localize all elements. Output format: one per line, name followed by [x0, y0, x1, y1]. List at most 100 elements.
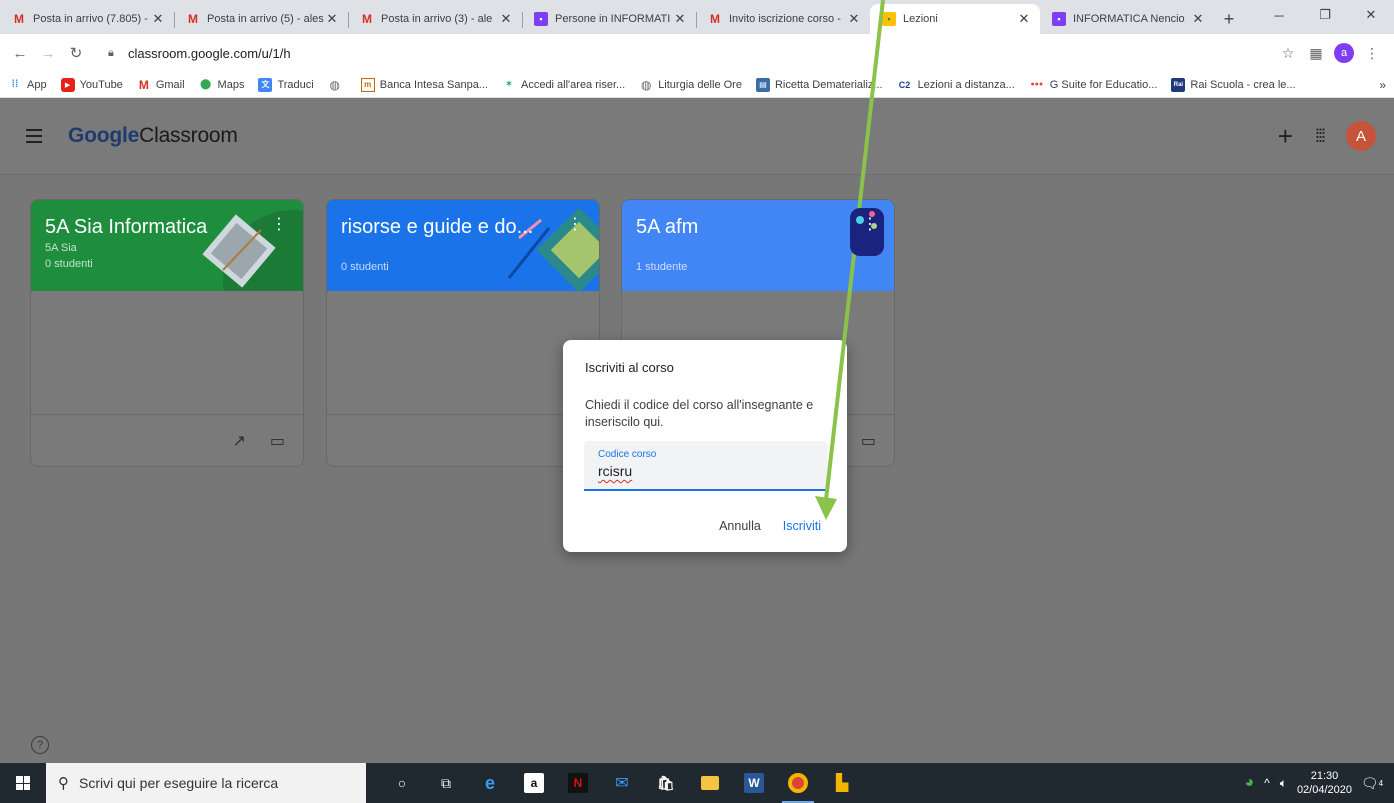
bookmark-rai[interactable]: Rai Rai Scuola - crea le...	[1171, 77, 1296, 92]
card-options-icon[interactable]: ⋮	[862, 214, 878, 234]
browser-tab-2[interactable]: M Posta in arrivo (5) - ales ✕	[174, 4, 348, 34]
bookmark-lezioni-distanza[interactable]: C2 Lezioni a distanza...	[897, 78, 1015, 92]
main-menu-icon[interactable]	[26, 124, 50, 148]
close-window-icon[interactable]: ✕	[1348, 0, 1394, 30]
gmail-icon: M	[188, 12, 198, 26]
close-icon[interactable]: ✕	[672, 11, 688, 27]
people-icon: ▪	[1052, 12, 1066, 26]
bookmark-gmail[interactable]: M Gmail	[137, 78, 185, 92]
bookmark-gsuite[interactable]: ●●● G Suite for Educatio...	[1029, 78, 1158, 92]
browser-tab-4[interactable]: ▪ Persone in INFORMATI ✕	[522, 4, 696, 34]
bookmark-label: G Suite for Educatio...	[1049, 78, 1158, 91]
join-class-dialog: Iscriviti al corso Chiedi il codice del …	[563, 340, 847, 552]
restore-icon[interactable]: ❐	[1302, 0, 1348, 30]
back-icon[interactable]: ←	[8, 41, 32, 65]
gmail-icon: M	[138, 77, 149, 92]
bookmark-translate[interactable]: 文 Traduci	[258, 77, 314, 92]
chrome-icon[interactable]	[776, 763, 820, 803]
notifications-icon[interactable]: 🗨︎ 4	[1361, 773, 1383, 793]
card-header[interactable]: ⋮ 5A afm 1 studente	[622, 200, 894, 291]
start-button[interactable]	[0, 763, 46, 803]
folder-icon[interactable]: ▭	[270, 431, 285, 451]
browser-tab-1[interactable]: M Posta in arrivo (7.805) - ✕	[0, 4, 174, 34]
store-icon[interactable]: 🛍︎	[644, 763, 688, 803]
class-code-field[interactable]: Codice corso rcisru	[584, 441, 827, 491]
minimize-icon[interactable]: ─	[1256, 0, 1302, 30]
youtube-icon: ▶	[60, 77, 75, 92]
app-icon[interactable]: ▙	[820, 763, 864, 803]
bookmark-youtube[interactable]: ▶ YouTube	[60, 77, 123, 92]
browser-tab-6-active[interactable]: ▪ Lezioni ✕	[870, 4, 1040, 34]
close-icon[interactable]: ✕	[324, 11, 340, 27]
tab-title: Posta in arrivo (7.805) -	[33, 13, 148, 25]
file-explorer-icon[interactable]	[688, 763, 732, 803]
card-header[interactable]: ⋮ 5A Sia Informatica 5A Sia 0 studenti	[31, 200, 303, 291]
help-icon[interactable]: ?	[31, 736, 49, 754]
edge-icon[interactable]: e	[468, 763, 512, 803]
classroom-header: GoogleClassroom + ⁞⁞⁞ A	[0, 98, 1394, 175]
menu-dots-icon[interactable]: ⋮	[1358, 45, 1386, 62]
account-avatar[interactable]: A	[1346, 121, 1376, 151]
card-student-count: 1 studente	[636, 261, 688, 273]
card-options-icon[interactable]: ⋮	[567, 214, 583, 234]
new-tab-button[interactable]: +	[1214, 4, 1244, 34]
folder-icon[interactable]: ▭	[861, 431, 876, 451]
dialog-body: Chiedi il codice del corso all'insegnant…	[585, 398, 814, 429]
bookmark-liturgia[interactable]: ◍ Liturgia delle Ore	[639, 78, 742, 92]
join-button[interactable]: Iscriviti	[783, 519, 821, 533]
browser-tab-3[interactable]: M Posta in arrivo (3) - ale ✕	[348, 4, 522, 34]
cortana-icon[interactable]: ○	[380, 763, 424, 803]
browser-tab-7[interactable]: ▪ INFORMATICA Nencio ✕	[1040, 4, 1214, 34]
more-bookmarks-icon[interactable]: »	[1379, 78, 1386, 92]
mail-icon[interactable]: ✉	[600, 763, 644, 803]
bookmark-ricetta[interactable]: ▤ Ricetta Dematerializ...	[755, 77, 883, 92]
class-card-2[interactable]: ⋮ risorse e guide e do... 0 studenti ↗	[326, 199, 600, 467]
class-code-input[interactable]: rcisru	[598, 463, 815, 479]
profile-avatar: a	[1334, 43, 1354, 63]
clock-time: 21:30	[1310, 770, 1339, 782]
browser-tab-5[interactable]: M Invito iscrizione corso - ✕	[696, 4, 870, 34]
bookmark-banca[interactable]: m Banca Intesa Sanpa...	[360, 77, 488, 92]
word-icon[interactable]: W	[732, 763, 776, 803]
bookmark-label: Accedi all'area riser...	[520, 78, 626, 91]
task-view-icon[interactable]: ⧉	[424, 763, 468, 803]
clock[interactable]: 21:30 02/04/2020	[1297, 769, 1352, 797]
close-icon[interactable]: ✕	[1190, 11, 1206, 27]
netflix-icon[interactable]: N	[556, 763, 600, 803]
bookmark-label: Liturgia delle Ore	[658, 78, 742, 91]
app-logo[interactable]: GoogleClassroom	[68, 124, 238, 148]
bookmark-label: Maps	[217, 78, 245, 91]
taskbar-search-box[interactable]: ⚲ Scrivi qui per eseguire la ricerca	[46, 763, 366, 803]
add-class-icon[interactable]: +	[1278, 121, 1293, 152]
bookmark-label: Traduci	[277, 78, 314, 91]
close-icon[interactable]: ✕	[150, 11, 166, 27]
bookmark-area-riservata[interactable]: ✶ Accedi all'area riser...	[502, 78, 625, 92]
star-icon[interactable]: ☆	[1274, 45, 1302, 62]
cancel-button[interactable]: Annulla	[719, 519, 761, 533]
card-options-icon[interactable]: ⋮	[271, 214, 287, 234]
bookmark-globe[interactable]: ◍	[328, 78, 347, 92]
chevron-up-icon[interactable]: ^	[1264, 776, 1270, 790]
google-apps-icon[interactable]: ⁞⁞⁞	[1315, 126, 1326, 147]
card-student-count: 0 studenti	[45, 258, 93, 270]
bookmark-app[interactable]: ⁞⁞ App	[8, 78, 47, 92]
reload-icon[interactable]: ↻	[64, 41, 88, 65]
url-field[interactable]: 🔒︎ classroom.google.com/u/1/h	[100, 39, 1266, 67]
close-icon[interactable]: ✕	[846, 11, 862, 27]
profile-button[interactable]: a	[1330, 43, 1358, 63]
amazon-icon[interactable]: a	[512, 763, 556, 803]
card-title: risorse e guide e do...	[341, 216, 534, 238]
help-tray-icon[interactable]: ◕	[1244, 774, 1254, 792]
card-footer: ↗	[327, 414, 599, 466]
close-icon[interactable]: ✕	[498, 11, 514, 27]
card-header[interactable]: ⋮ risorse e guide e do... 0 studenti	[327, 200, 599, 291]
extensions-icon[interactable]: ▦	[1302, 45, 1330, 62]
star-icon: ✶	[504, 79, 514, 90]
tab-title: Persone in INFORMATI	[555, 13, 671, 25]
close-icon[interactable]: ✕	[1016, 11, 1032, 27]
trending-icon[interactable]: ↗	[232, 431, 245, 451]
volume-icon[interactable]: 🔈︎	[1280, 776, 1287, 791]
class-card-1[interactable]: ⋮ 5A Sia Informatica 5A Sia 0 studenti ↗…	[30, 199, 304, 467]
forward-icon[interactable]: →	[36, 41, 60, 65]
bookmark-maps[interactable]: ⬤ Maps	[199, 78, 245, 92]
